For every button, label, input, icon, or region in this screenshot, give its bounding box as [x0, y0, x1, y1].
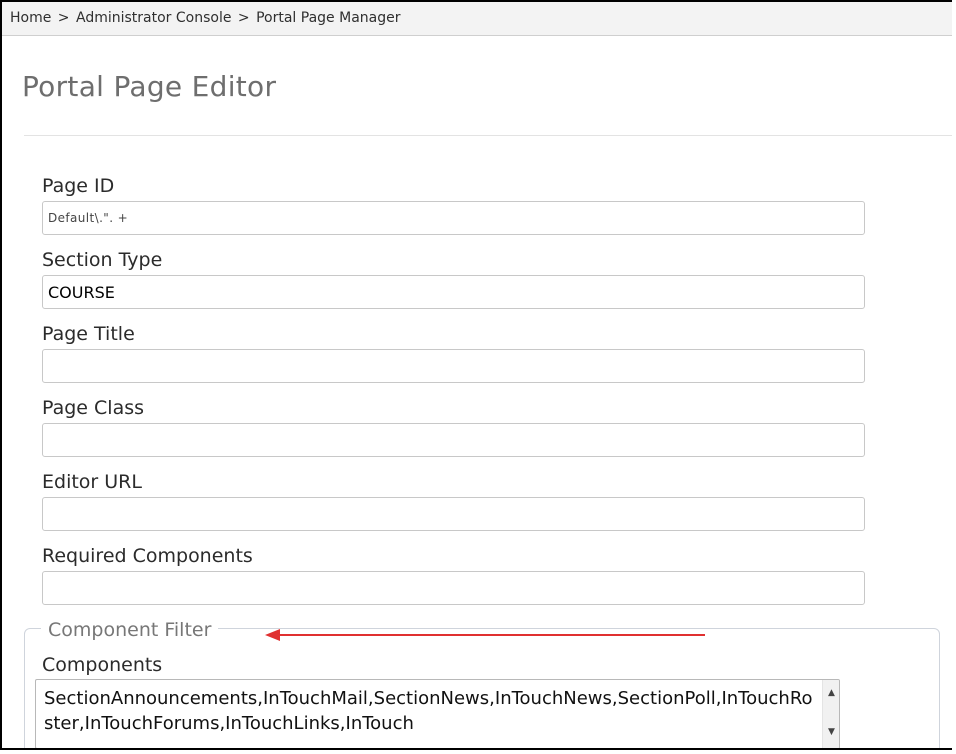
- page-class-input[interactable]: [42, 423, 865, 457]
- components-textarea[interactable]: SectionAnnouncements,InTouchMail,Section…: [35, 679, 840, 748]
- breadcrumb-separator: >: [237, 10, 250, 26]
- page-class-label: Page Class: [42, 397, 145, 419]
- components-scrollbar[interactable]: ▲ ▼: [822, 680, 839, 748]
- section-type-input[interactable]: [42, 275, 865, 309]
- editor-url-input[interactable]: [42, 497, 865, 531]
- breadcrumb-separator: >: [57, 10, 70, 26]
- breadcrumb: Home > Administrator Console > Portal Pa…: [2, 2, 952, 36]
- component-filter-legend: Component Filter: [41, 619, 219, 641]
- page-title: Portal Page Editor: [22, 70, 277, 103]
- required-components-label: Required Components: [42, 545, 253, 567]
- section-type-label: Section Type: [42, 249, 163, 271]
- breadcrumb-portal-page-manager-link[interactable]: Portal Page Manager: [256, 10, 400, 26]
- screenshot-frame: Home > Administrator Console > Portal Pa…: [0, 0, 952, 750]
- editor-url-label: Editor URL: [42, 471, 142, 493]
- breadcrumb-home-link[interactable]: Home: [10, 10, 51, 26]
- components-label: Components: [42, 654, 163, 676]
- page-title-label: Page Title: [42, 323, 135, 345]
- scroll-up-arrow-icon[interactable]: ▲: [826, 688, 837, 699]
- title-divider: [24, 135, 952, 136]
- components-value: SectionAnnouncements,InTouchMail,Section…: [44, 688, 813, 734]
- required-components-input[interactable]: [42, 571, 865, 605]
- scroll-down-arrow-icon[interactable]: ▼: [826, 727, 837, 738]
- page-id-label: Page ID: [42, 175, 115, 197]
- left-arrow-icon: [265, 629, 705, 641]
- page-title-input[interactable]: [42, 349, 865, 383]
- breadcrumb-admin-console-link[interactable]: Administrator Console: [76, 10, 231, 26]
- page-id-input[interactable]: [42, 201, 865, 235]
